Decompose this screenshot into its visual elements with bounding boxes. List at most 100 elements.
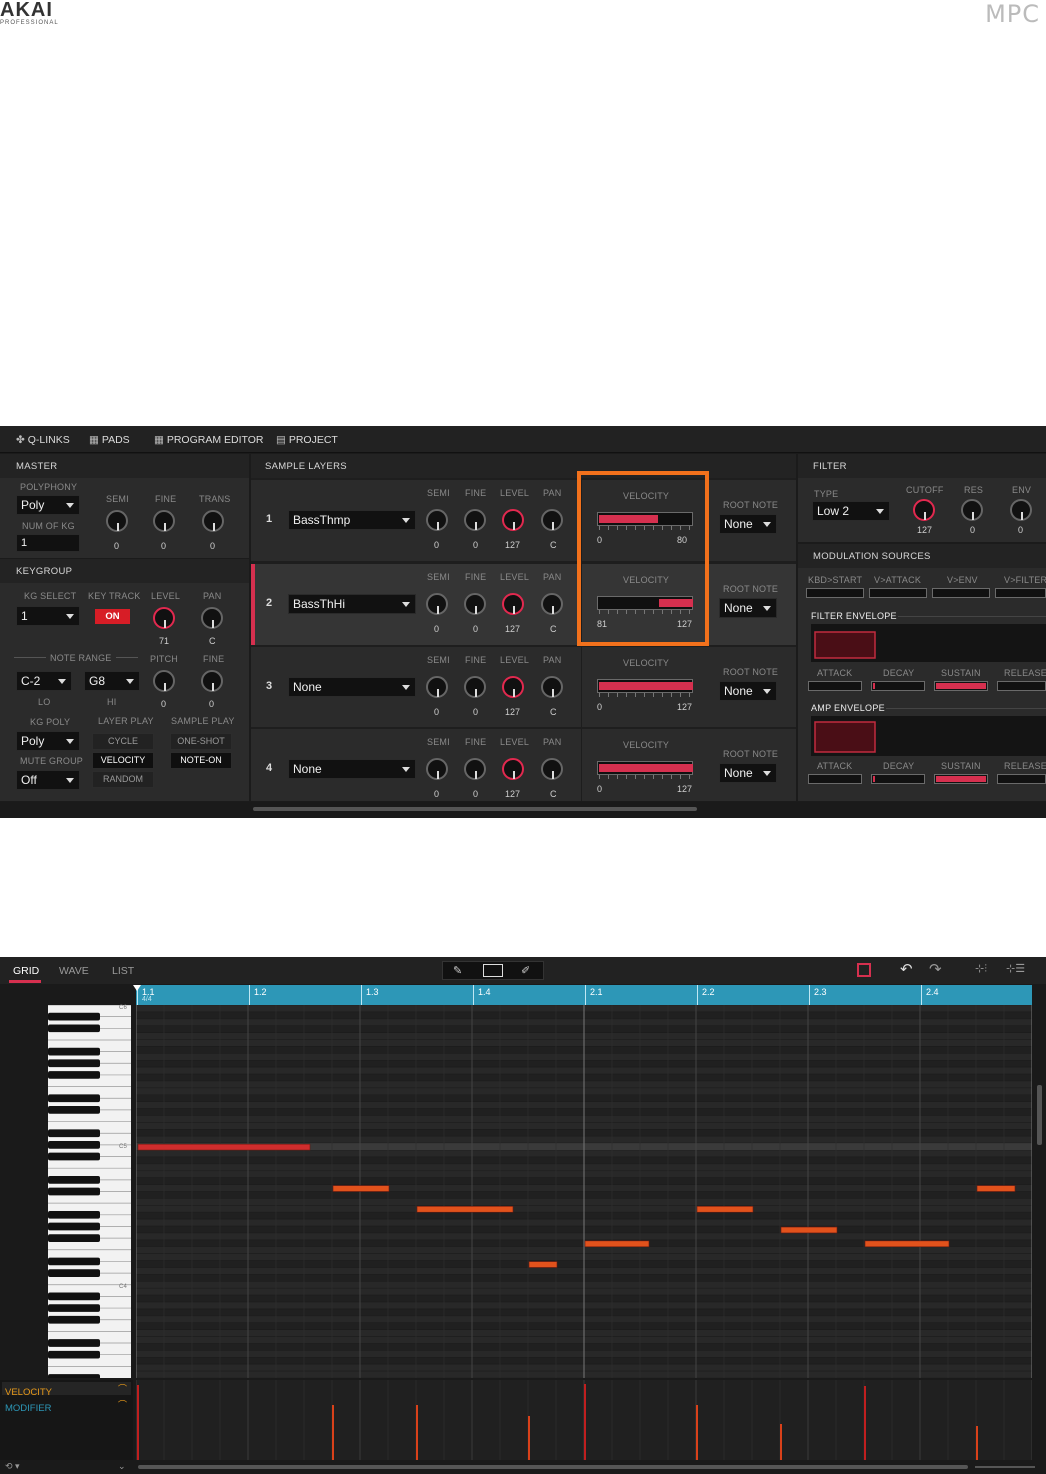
sample-play-note-on[interactable]: NOTE-ON	[170, 752, 232, 769]
tab-q-links[interactable]: ✤ Q-LINKS	[16, 434, 70, 446]
pitch-knob[interactable]	[153, 670, 175, 692]
record-icon[interactable]	[857, 963, 871, 977]
timeline-ruler[interactable]: 1.1 1.2 1.3 1.4 2.1 2.2 2.3 2.4 4/4	[136, 985, 1032, 1005]
undo-icon[interactable]: ↶	[900, 960, 913, 978]
layer-semi-knob[interactable]	[426, 676, 448, 698]
layer-play-cycle[interactable]: CYCLE	[92, 733, 154, 750]
black-key[interactable]	[48, 1152, 100, 1161]
black-key[interactable]	[48, 1059, 100, 1068]
sample-layer-row[interactable]: 2 BassThHi SEMI FINE LEVEL PAN 0 0 127 C…	[251, 564, 796, 645]
polyphony-select[interactable]: Poly	[16, 495, 80, 515]
layer-pan-knob[interactable]	[541, 593, 563, 615]
layer-play-random[interactable]: RANDOM	[92, 771, 154, 788]
black-key[interactable]	[48, 1175, 100, 1184]
layer-sample-select[interactable]: None	[288, 677, 416, 697]
black-key[interactable]	[48, 1374, 100, 1378]
velocity-range-bar[interactable]	[597, 679, 693, 693]
sample-layer-row[interactable]: 1 BassThmp SEMI FINE LEVEL PAN 0 0 127 C…	[251, 480, 796, 561]
pencil-tool-icon[interactable]: ✎	[453, 964, 462, 977]
kg-fine-knob[interactable]	[201, 670, 223, 692]
eraser-tool-icon[interactable]: ✐	[521, 964, 530, 977]
midi-note[interactable]	[696, 1206, 754, 1213]
tab-list[interactable]: LIST	[112, 965, 134, 977]
root-note-select[interactable]: None	[719, 514, 777, 534]
root-note-select[interactable]: None	[719, 598, 777, 618]
black-key[interactable]	[48, 1094, 100, 1103]
filter-env-release-bar[interactable]	[997, 681, 1046, 691]
root-note-select[interactable]: None	[719, 763, 777, 783]
master-fine-knob[interactable]	[153, 510, 175, 532]
tab-wave[interactable]: WAVE	[59, 965, 89, 977]
chevron-down-icon[interactable]: ⌄	[118, 1461, 126, 1472]
amp-envelope-graph[interactable]	[811, 716, 1046, 756]
layer-sample-select[interactable]: BassThHi	[288, 594, 416, 614]
layer-fine-knob[interactable]	[464, 593, 486, 615]
zoom-icon[interactable]: ⟲ ▾	[5, 1461, 20, 1472]
zoom-slider[interactable]	[975, 1466, 1035, 1468]
layer-sample-select[interactable]: None	[288, 759, 416, 779]
layer-level-knob[interactable]	[502, 593, 524, 615]
sample-layer-row[interactable]: 4 None SEMI FINE LEVEL PAN 0 0 127 C VEL…	[251, 729, 796, 801]
layer-semi-knob[interactable]	[426, 593, 448, 615]
cutoff-knob[interactable]	[913, 499, 935, 521]
midi-note[interactable]	[137, 1143, 311, 1151]
kg-pan-knob[interactable]	[201, 607, 223, 629]
midi-note[interactable]	[416, 1206, 514, 1213]
filter-env-decay-bar[interactable]	[871, 681, 925, 691]
midi-note[interactable]	[864, 1240, 950, 1248]
mod-bar-v-attack[interactable]	[869, 588, 927, 598]
layer-semi-knob[interactable]	[426, 758, 448, 780]
layer-level-knob[interactable]	[502, 676, 524, 698]
mod-bar-v-filter[interactable]	[995, 588, 1046, 598]
layer-pan-knob[interactable]	[541, 509, 563, 531]
select-tool-icon[interactable]	[483, 964, 503, 977]
filter-env-attack-bar[interactable]	[808, 681, 862, 691]
midi-note[interactable]	[584, 1240, 650, 1248]
lane-velocity[interactable]: VELOCITY ⌒	[2, 1382, 131, 1398]
midi-note[interactable]	[780, 1226, 838, 1234]
layer-semi-knob[interactable]	[426, 509, 448, 531]
black-key[interactable]	[48, 1222, 100, 1231]
black-key[interactable]	[48, 1012, 100, 1021]
filter-env-sustain-bar[interactable]	[934, 681, 988, 691]
black-key[interactable]	[48, 1047, 100, 1056]
key-track-toggle[interactable]: ON	[95, 609, 130, 624]
black-key[interactable]	[48, 1141, 100, 1149]
black-key[interactable]	[48, 1292, 100, 1301]
filter-envelope-graph[interactable]	[811, 624, 1046, 662]
black-key[interactable]	[48, 1304, 100, 1312]
vertical-scrollbar[interactable]	[1037, 1085, 1042, 1145]
res-knob[interactable]	[961, 499, 983, 521]
grid-horizontal-scrollbar[interactable]	[138, 1465, 968, 1469]
black-key[interactable]	[48, 1350, 100, 1359]
black-key[interactable]	[48, 1024, 100, 1033]
velocity-lane[interactable]	[135, 1380, 1033, 1460]
layer-fine-knob[interactable]	[464, 758, 486, 780]
black-key[interactable]	[48, 1257, 100, 1266]
amp-env-release-bar[interactable]	[997, 774, 1046, 784]
black-key[interactable]	[48, 1339, 100, 1347]
editor-horizontal-scrollbar[interactable]	[253, 807, 697, 811]
env-knob[interactable]	[1010, 499, 1032, 521]
layer-fine-knob[interactable]	[464, 676, 486, 698]
piano-keyboard[interactable]	[48, 1005, 131, 1378]
midi-note[interactable]	[332, 1185, 390, 1192]
root-note-select[interactable]: None	[719, 681, 777, 701]
layer-fine-knob[interactable]	[464, 509, 486, 531]
sample-layer-row[interactable]: 3 None SEMI FINE LEVEL PAN 0 0 127 C VEL…	[251, 647, 796, 727]
master-semi-knob[interactable]	[106, 510, 128, 532]
black-key[interactable]	[48, 1106, 100, 1114]
layer-pan-knob[interactable]	[541, 758, 563, 780]
layer-level-knob[interactable]	[502, 758, 524, 780]
mute-group-select[interactable]: Off	[16, 770, 80, 790]
amp-env-sustain-bar[interactable]	[934, 774, 988, 784]
amp-env-decay-bar[interactable]	[871, 774, 925, 784]
black-key[interactable]	[48, 1315, 100, 1324]
note-grid[interactable]	[135, 1004, 1033, 1379]
black-key[interactable]	[48, 1071, 100, 1079]
mod-bar-v-env[interactable]	[932, 588, 990, 598]
playhead-marker[interactable]	[133, 985, 141, 991]
redo-icon[interactable]: ↷	[929, 960, 942, 978]
tab-project[interactable]: ▤ PROJECT	[276, 434, 338, 446]
amp-env-attack-bar[interactable]	[808, 774, 862, 784]
